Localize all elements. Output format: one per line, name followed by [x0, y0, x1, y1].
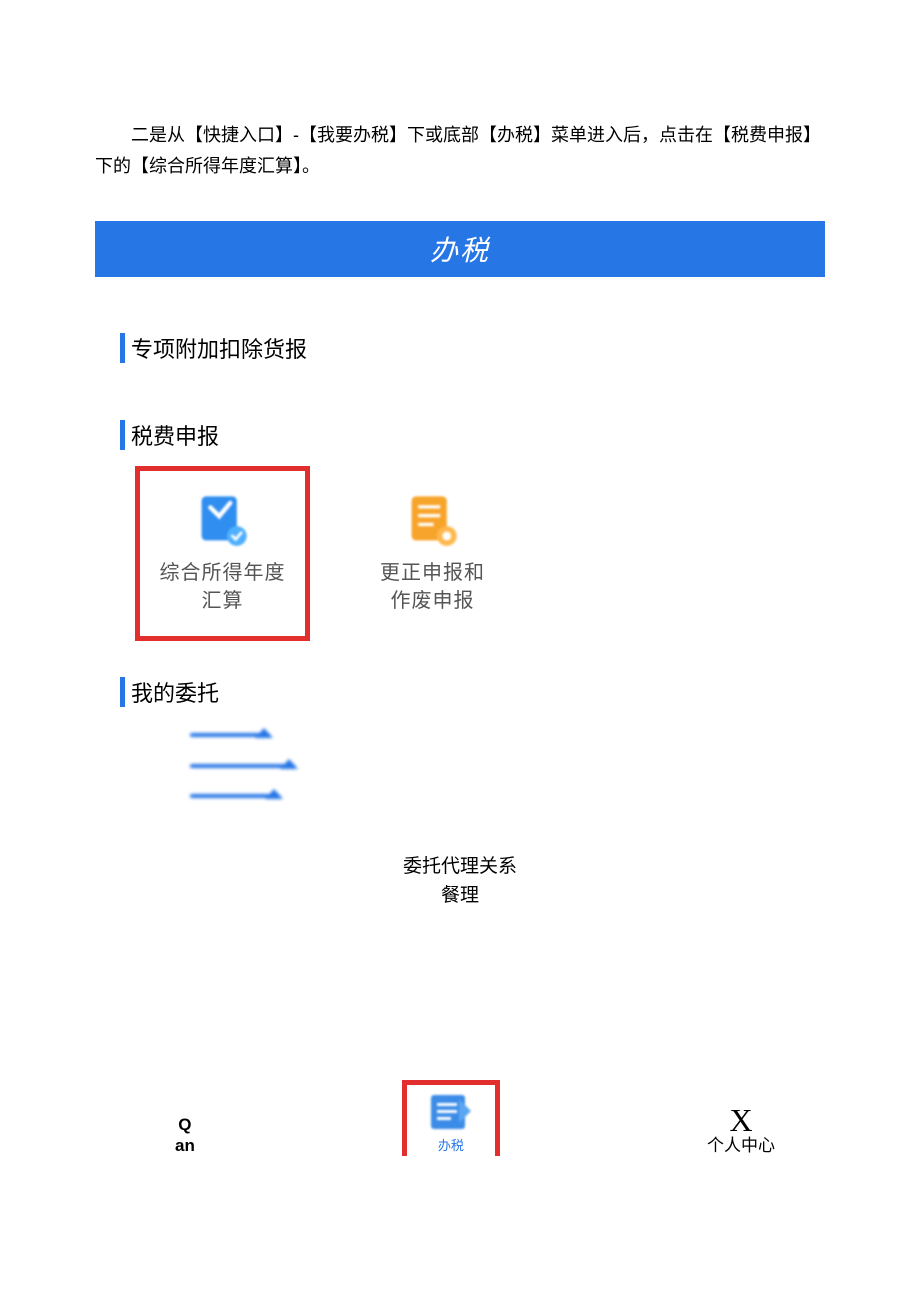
item-correction-declaration[interactable]: 更正申报和 作废申报 — [345, 466, 520, 641]
nav-profile[interactable]: X 个人中心 — [707, 1104, 775, 1156]
section-title: 税费申报 — [120, 419, 825, 451]
section-title-text: 我的委托 — [131, 676, 219, 708]
item-label: 综合所得年度 汇算 — [160, 559, 286, 615]
doc-check-icon — [195, 492, 250, 547]
section-title-bar-icon — [120, 677, 125, 707]
doc-correct-icon — [405, 492, 460, 547]
entrust-label-block: 委托代理关系 餐理 — [95, 853, 825, 910]
declaration-items: 综合所得年度 汇算 更正申报和 作废申报 — [135, 466, 825, 641]
app-header: 办税 — [95, 221, 825, 277]
nav-left-line2: an — [175, 1136, 195, 1156]
nav-left-line1: Q — [178, 1115, 191, 1135]
item-label: 更正申报和 作废申报 — [380, 559, 485, 615]
nav-profile-label: 个人中心 — [707, 1136, 775, 1156]
app-screenshot: 办税 专项附加扣除货报 税费申报 — [95, 221, 825, 1156]
nav-tax-label: 办税 — [438, 1135, 464, 1154]
item-annual-settlement[interactable]: 综合所得年度 汇算 — [135, 466, 310, 641]
app-header-title: 办税 — [430, 236, 490, 267]
intro-paragraph: 二是从【快捷入口】-【我要办税】下或底部【办税】菜单进入后，点击在【税费申报】下… — [95, 120, 825, 181]
entrust-label-line2: 餐理 — [95, 882, 825, 911]
section-tax-declaration: 税费申报 综合所得年度 汇算 — [95, 419, 825, 641]
section-title: 专项附加扣除货报 — [120, 332, 825, 364]
section-my-entrust: 我的委托 — [95, 676, 825, 798]
section-title-bar-icon — [120, 420, 125, 450]
section-title-bar-icon — [120, 333, 125, 363]
section-title-text: 税费申报 — [131, 419, 219, 451]
section-title: 我的委托 — [120, 676, 825, 708]
entrust-label-line1: 委托代理关系 — [95, 853, 825, 882]
bottom-nav: Q an 办税 X 个人中心 — [95, 1080, 825, 1156]
section-title-text: 专项附加扣除货报 — [131, 332, 307, 364]
profile-x-icon: X — [729, 1104, 752, 1136]
entrust-relation-icon[interactable] — [190, 733, 300, 798]
nav-tax[interactable]: 办税 — [402, 1080, 500, 1156]
nav-home[interactable]: Q an — [175, 1115, 195, 1156]
section-special-deduction: 专项附加扣除货报 — [95, 332, 825, 364]
tax-nav-icon — [427, 1091, 475, 1133]
